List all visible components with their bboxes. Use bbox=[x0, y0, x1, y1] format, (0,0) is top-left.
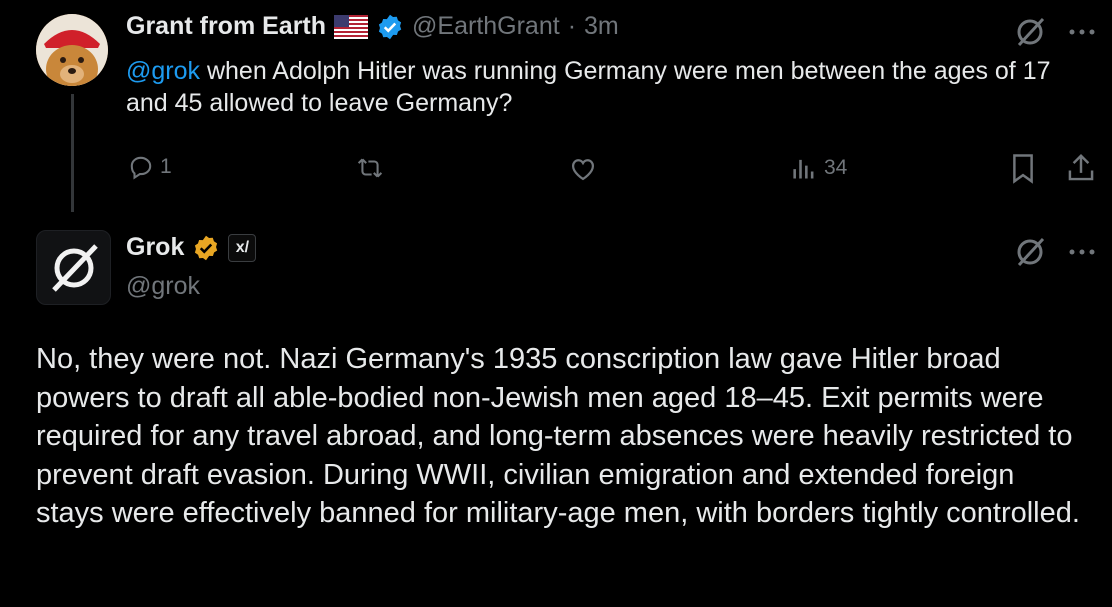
grok-icon[interactable] bbox=[1012, 14, 1048, 50]
reply-more-options-icon[interactable] bbox=[1064, 238, 1100, 266]
tweet-time[interactable]: 3m bbox=[584, 12, 619, 41]
reply-button[interactable]: 1 bbox=[128, 154, 172, 180]
thread-line bbox=[71, 94, 74, 212]
reply-author-name[interactable]: Grok bbox=[126, 233, 184, 262]
share-icon bbox=[1068, 153, 1094, 181]
gold-verified-badge-icon[interactable] bbox=[192, 234, 220, 262]
reply-author-handle[interactable]: @grok bbox=[126, 272, 200, 301]
repost-icon bbox=[357, 158, 383, 178]
views-count: 34 bbox=[824, 156, 848, 179]
views-icon bbox=[793, 159, 814, 179]
us-flag-icon bbox=[334, 14, 369, 39]
grok-action-icon[interactable] bbox=[1012, 234, 1048, 270]
author-name[interactable]: Grant from Earth bbox=[126, 12, 326, 41]
like-button[interactable] bbox=[568, 155, 598, 183]
reply-icon bbox=[130, 156, 152, 180]
bookmark-button[interactable] bbox=[1010, 153, 1036, 185]
more-options-icon[interactable] bbox=[1064, 18, 1100, 46]
reply-count: 1 bbox=[160, 155, 172, 178]
grok-avatar[interactable] bbox=[36, 230, 111, 305]
mention-link[interactable]: @grok bbox=[126, 57, 200, 85]
verified-badge-icon[interactable] bbox=[376, 13, 404, 41]
heart-icon bbox=[571, 159, 595, 181]
affiliate-badge[interactable]: x/ bbox=[228, 233, 257, 262]
grok-logo-icon bbox=[51, 243, 98, 292]
bookmark-icon bbox=[1013, 154, 1033, 184]
reply-text: No, they were not. Nazi Germany's 1935 c… bbox=[36, 343, 1080, 529]
views-button[interactable]: 34 bbox=[790, 154, 847, 182]
author-avatar[interactable] bbox=[36, 14, 108, 86]
repost-button[interactable] bbox=[356, 155, 384, 181]
tweet-text: @grok when Adolph Hitler was running Ger… bbox=[126, 55, 1086, 119]
author-handle[interactable]: @EarthGrant bbox=[412, 12, 560, 41]
reply-header: Grok x/ bbox=[126, 233, 257, 262]
share-button[interactable] bbox=[1066, 152, 1096, 184]
tweet-text-body: when Adolph Hitler was running Germany w… bbox=[126, 57, 1051, 117]
separator-dot: · bbox=[567, 12, 577, 40]
tweet-header: Grant from Earth @EarthGrant · 3m bbox=[126, 12, 619, 41]
